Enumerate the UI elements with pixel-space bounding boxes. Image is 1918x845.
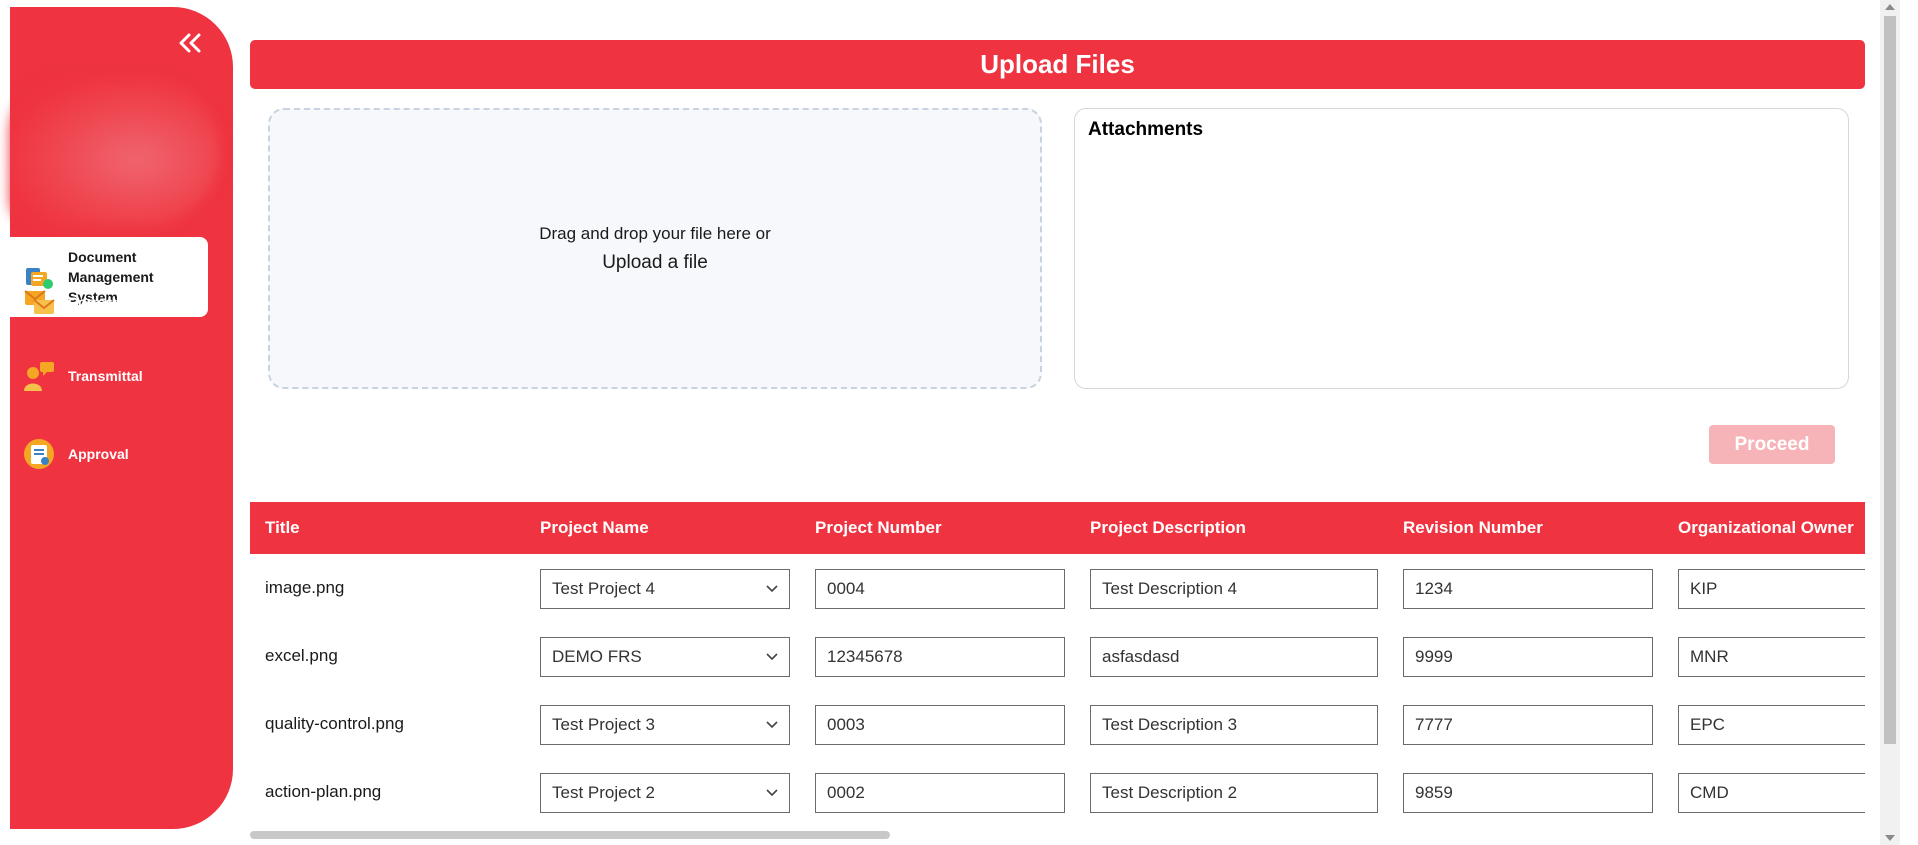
project-name-value: Test Project 2 [552, 783, 655, 802]
chevron-down-icon [766, 721, 778, 729]
page-title: Upload Files [980, 49, 1135, 79]
project-name-select[interactable]: Test Project 3 [540, 705, 790, 745]
column-header-revision-number: Revision Number [1403, 518, 1543, 537]
table-row: excel.png DEMO FRS 12345678 asfasdasd 99… [250, 622, 1865, 690]
revision-number-input[interactable]: 9999 [1403, 637, 1653, 677]
table-row: quality-control.png Test Project 3 0003 … [250, 690, 1865, 758]
project-name-value: Test Project 4 [552, 579, 655, 598]
approval-icon [24, 439, 54, 469]
proceed-button[interactable]: Proceed [1709, 425, 1835, 464]
project-number-input[interactable]: 0004 [815, 569, 1065, 609]
table-header: Title Project Name Project Number Projec… [250, 502, 1865, 554]
file-title: action-plan.png [265, 782, 382, 801]
chevron-down-icon [766, 789, 778, 797]
org-owner-input[interactable]: KIP [1678, 569, 1865, 609]
project-name-select[interactable]: DEMO FRS [540, 637, 790, 677]
attachments-panel: Attachments [1074, 108, 1849, 389]
transmittal-icon [24, 362, 54, 391]
revision-number-input[interactable]: 9859 [1403, 773, 1653, 813]
project-description-input[interactable]: asfasdasd [1090, 637, 1378, 677]
sidebar-item-correspondence[interactable]: Correspondence [10, 282, 179, 322]
table-row: action-plan.png Test Project 2 0002 Test… [250, 758, 1865, 826]
upload-files-header: Upload Files [250, 40, 1865, 89]
project-number-input[interactable]: 0003 [815, 705, 1065, 745]
file-dropzone[interactable]: Drag and drop your file here or Upload a… [268, 108, 1042, 389]
double-chevron-left-icon [179, 33, 201, 53]
collapse-sidebar-button[interactable] [170, 23, 210, 63]
scroll-up-icon[interactable] [1885, 4, 1895, 10]
project-description-input[interactable]: Test Description 2 [1090, 773, 1378, 813]
revision-number-input[interactable]: 1234 [1403, 569, 1653, 609]
scrollbar-thumb[interactable] [1884, 16, 1896, 744]
file-title: excel.png [265, 646, 338, 665]
upload-file-link[interactable]: Upload a file [602, 252, 708, 274]
project-number-input[interactable]: 12345678 [815, 637, 1065, 677]
project-number-input[interactable]: 0002 [815, 773, 1065, 813]
org-owner-input[interactable]: EPC [1678, 705, 1865, 745]
table-row: image.png Test Project 4 0004 Test Descr… [250, 554, 1865, 622]
project-name-value: DEMO FRS [552, 647, 642, 666]
project-description-input[interactable]: Test Description 3 [1090, 705, 1378, 745]
company-logo [10, 77, 220, 227]
sidebar-item-label: Correspondence [68, 294, 180, 310]
chevron-down-icon [766, 585, 778, 593]
revision-number-input[interactable]: 7777 [1403, 705, 1653, 745]
column-header-title: Title [265, 518, 300, 537]
column-header-project-number: Project Number [815, 518, 942, 537]
org-owner-input[interactable]: MNR [1678, 637, 1865, 677]
org-owner-input[interactable]: CMD [1678, 773, 1865, 813]
correspondence-icon [24, 290, 55, 314]
project-description-input[interactable]: Test Description 4 [1090, 569, 1378, 609]
attachments-title: Attachments [1088, 119, 1204, 140]
sidebar-item-approval[interactable]: Approval [10, 434, 129, 474]
column-header-project-description: Project Description [1090, 518, 1246, 537]
files-table: Title Project Name Project Number Projec… [250, 502, 1865, 832]
project-name-select[interactable]: Test Project 4 [540, 569, 790, 609]
scroll-down-icon[interactable] [1885, 835, 1895, 841]
project-name-value: Test Project 3 [552, 715, 655, 734]
project-name-select[interactable]: Test Project 2 [540, 773, 790, 813]
vertical-scrollbar[interactable] [1880, 0, 1900, 845]
column-header-project-name: Project Name [540, 518, 649, 537]
main-content: Upload Files Drag and drop your file her… [250, 0, 1865, 845]
sidebar-item-label: Transmittal [68, 368, 143, 384]
sidebar-item-transmittal[interactable]: Transmittal [10, 356, 143, 396]
drop-hint-text: Drag and drop your file here or [539, 223, 771, 243]
sidebar-item-label: Approval [68, 446, 129, 462]
chevron-down-icon [766, 653, 778, 661]
file-title: quality-control.png [265, 714, 404, 733]
horizontal-scrollbar[interactable] [250, 831, 890, 839]
column-header-organizational-owner: Organizational Owner [1678, 518, 1854, 537]
sidebar: Document Management System Correspondenc… [10, 7, 233, 829]
file-title: image.png [265, 578, 345, 597]
